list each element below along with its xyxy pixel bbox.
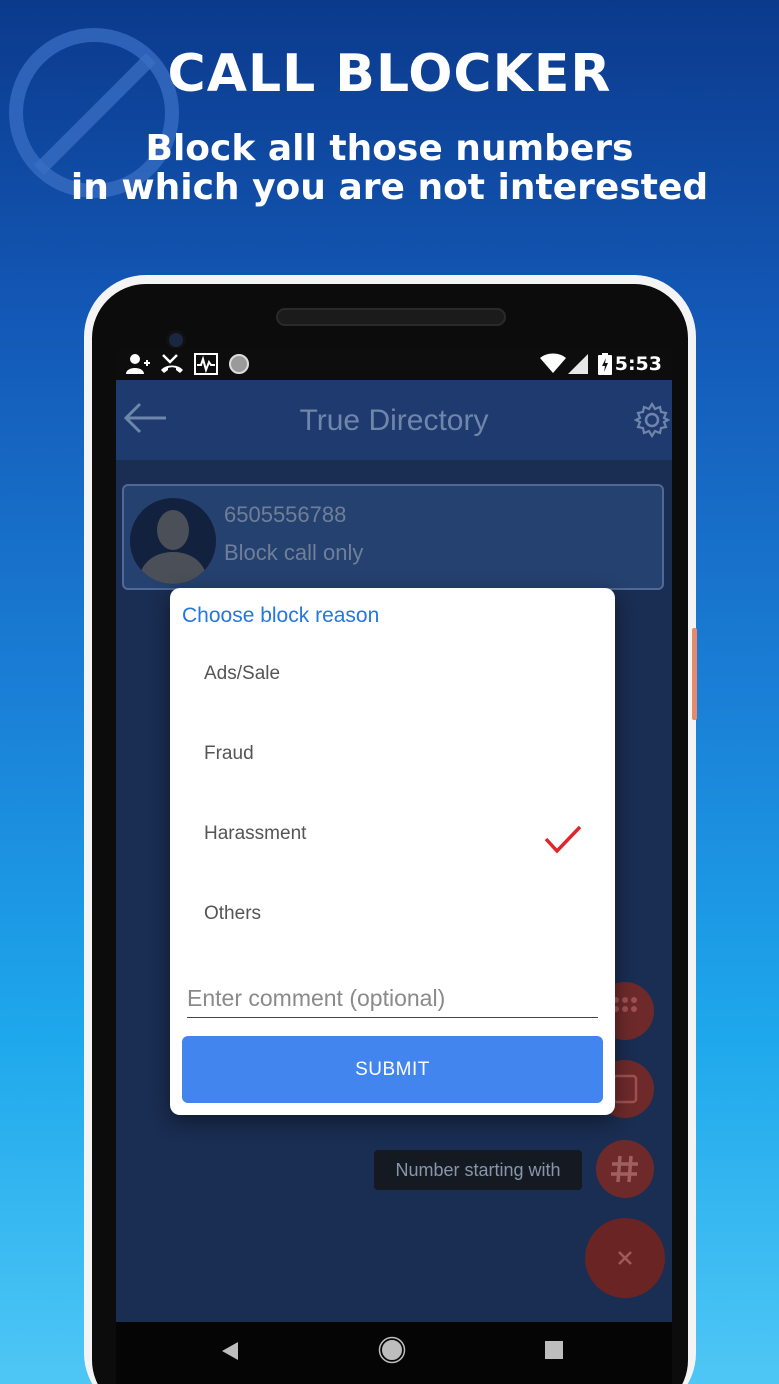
- tooltip-number-starting: Number starting with: [374, 1150, 582, 1190]
- hash-icon: [611, 1155, 638, 1183]
- check-icon: [544, 825, 582, 854]
- avatar: [130, 498, 216, 584]
- battery-icon: [598, 353, 612, 375]
- missed-call-icon: [161, 354, 183, 373]
- close-fab[interactable]: [585, 1218, 665, 1298]
- block-reason-dialog: Choose block reason Ads/Sale Fraud Haras…: [170, 588, 615, 1115]
- contact-status: Block call only: [224, 540, 364, 565]
- front-camera: [166, 330, 186, 350]
- reason-label: Others: [204, 903, 262, 924]
- activity-icon: [194, 353, 218, 375]
- reason-harassment[interactable]: Harassment: [170, 795, 615, 875]
- nav-recents-icon[interactable]: [544, 1340, 564, 1360]
- reason-ads-sale[interactable]: Ads/Sale: [170, 635, 615, 715]
- hash-fab[interactable]: [596, 1140, 654, 1198]
- gear-icon[interactable]: [634, 402, 670, 438]
- reason-others[interactable]: Others: [170, 875, 615, 955]
- wifi-icon: [540, 353, 566, 373]
- dialog-title: Choose block reason: [182, 604, 380, 627]
- person-icon: [138, 510, 208, 584]
- nav-back-icon[interactable]: [220, 1340, 240, 1362]
- close-icon: [618, 1251, 632, 1265]
- reason-label: Harassment: [204, 823, 307, 844]
- promo-subline-1: Block all those numbers: [145, 128, 634, 169]
- comment-field[interactable]: [187, 980, 598, 1018]
- android-nav-bar: [116, 1322, 672, 1384]
- contact-number: 6505556788: [224, 502, 347, 527]
- app-title: True Directory: [299, 404, 489, 437]
- contact-card[interactable]: 6505556788 Block call only: [122, 484, 664, 590]
- promo-subline-2: in which you are not interested: [70, 167, 709, 208]
- reason-label: Fraud: [204, 743, 254, 764]
- promo-headline: CALL BLOCKER: [167, 44, 612, 104]
- reason-fraud[interactable]: Fraud: [170, 715, 615, 795]
- circle-icon: [229, 354, 249, 374]
- nav-home-icon[interactable]: [378, 1336, 406, 1364]
- phone-speaker: [276, 308, 506, 326]
- reason-label: Ads/Sale: [204, 663, 281, 684]
- signal-icon: [568, 354, 588, 374]
- side-button: [692, 628, 697, 720]
- submit-button[interactable]: SUBMIT: [182, 1036, 603, 1103]
- status-bar: 5:53: [116, 348, 672, 380]
- add-contact-icon: [126, 354, 150, 374]
- status-time: 5:53: [614, 353, 662, 375]
- app-bar: True Directory: [116, 380, 672, 460]
